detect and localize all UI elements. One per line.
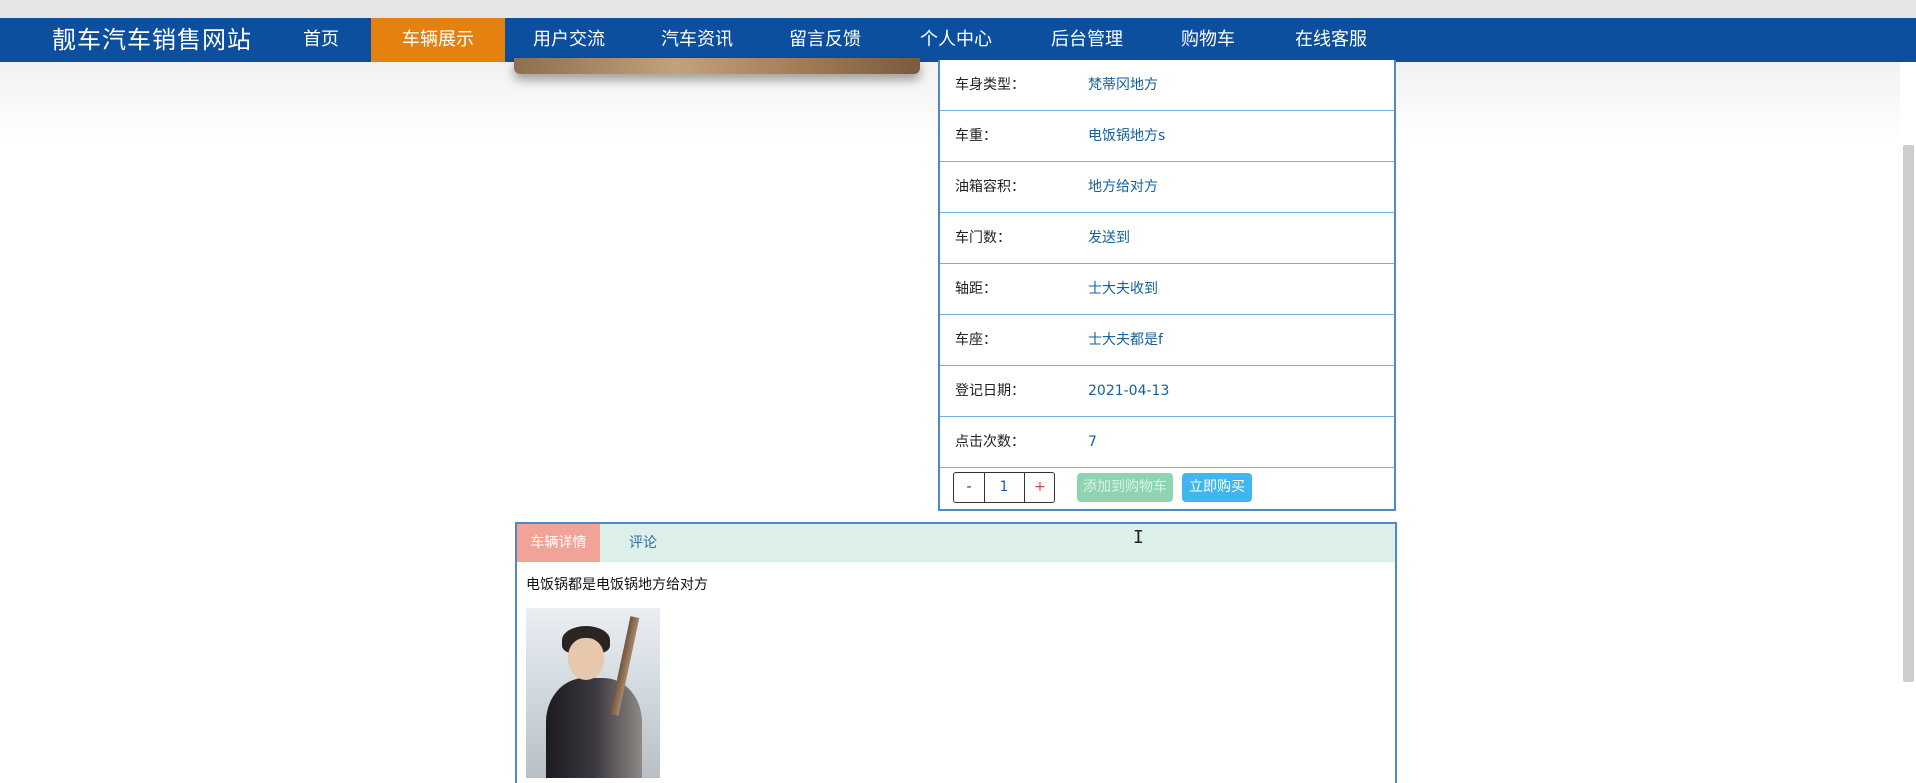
browser-top-strip [0, 0, 1916, 18]
info-label: 车重： [955, 128, 997, 144]
nav-item-feedback[interactable]: 留言反馈 [769, 18, 881, 62]
info-label: 点击次数： [955, 434, 1025, 450]
site-brand[interactable]: 靓车汽车销售网站 [52, 18, 252, 62]
nav-item-cart[interactable]: 购物车 [1160, 18, 1256, 62]
quantity-decrease-button[interactable]: - [954, 473, 985, 502]
nav-item-car-news[interactable]: 汽车资讯 [641, 18, 753, 62]
quantity-stepper: - 1 + [953, 472, 1055, 503]
info-value: 士大夫收到 [1088, 281, 1158, 297]
info-value: 士大夫都是f [1088, 332, 1163, 348]
info-value: 梵蒂冈地方 [1088, 77, 1158, 93]
info-label: 登记日期： [955, 383, 1025, 399]
info-label: 车座： [955, 332, 997, 348]
info-value: 2021-04-13 [1088, 383, 1170, 399]
tab-comments[interactable]: 评论 [613, 524, 673, 562]
info-value: 发送到 [1088, 230, 1130, 246]
info-row-tank-capacity: 油箱容积： 地方给对方 [940, 162, 1394, 213]
nav-item-online-service[interactable]: 在线客服 [1270, 18, 1392, 62]
text-cursor-icon: I [1133, 527, 1144, 548]
info-value: 电饭锅地方s [1088, 128, 1166, 144]
info-label: 油箱容积： [955, 179, 1025, 195]
detail-description: 电饭锅都是电饭锅地方给对方 [526, 577, 708, 593]
info-row-weight: 车重： 电饭锅地方s [940, 111, 1394, 162]
info-label: 轴距： [955, 281, 997, 297]
nav-item-home[interactable]: 首页 [280, 18, 362, 62]
info-row-doors: 车门数： 发送到 [940, 213, 1394, 264]
figure-body-shape [546, 678, 642, 778]
buy-now-button[interactable]: 立即购买 [1182, 473, 1252, 502]
vehicle-main-image [514, 58, 920, 74]
info-row-click-count: 点击次数： 7 [940, 417, 1394, 468]
detail-image [526, 608, 660, 778]
info-value: 7 [1088, 434, 1097, 450]
scrollbar-thumb[interactable] [1903, 145, 1914, 682]
info-row-register-date: 登记日期： 2021-04-13 [940, 366, 1394, 417]
figure-head-shape [568, 638, 604, 680]
page: 靓车汽车销售网站 首页 车辆展示 用户交流 汽车资讯 留言反馈 个人中心 后台管… [0, 0, 1916, 783]
nav-item-user-exchange[interactable]: 用户交流 [513, 18, 625, 62]
info-row-seats: 车座： 士大夫都是f [940, 315, 1394, 366]
tab-vehicle-details[interactable]: 车辆详情 [517, 524, 600, 562]
quantity-input[interactable]: 1 [984, 473, 1024, 502]
nav-item-vehicles[interactable]: 车辆展示 [371, 18, 505, 62]
info-row-body-type: 车身类型： 梵蒂冈地方 [940, 60, 1394, 111]
info-row-wheelbase: 轴距： 士大夫收到 [940, 264, 1394, 315]
info-label: 车门数： [955, 230, 1011, 246]
nav-item-admin[interactable]: 后台管理 [1029, 18, 1145, 62]
info-label: 车身类型： [955, 77, 1025, 93]
nav-item-personal-center[interactable]: 个人中心 [897, 18, 1015, 62]
info-value: 地方给对方 [1088, 179, 1158, 195]
vehicle-detail-panel: 车辆详情 评论 电饭锅都是电饭锅地方给对方 [515, 522, 1397, 783]
quantity-increase-button[interactable]: + [1024, 473, 1055, 502]
add-to-cart-button[interactable]: 添加到购物车 [1077, 473, 1173, 502]
vehicle-info-panel: 车身类型： 梵蒂冈地方 车重： 电饭锅地方s 油箱容积： 地方给对方 车门数： … [938, 60, 1396, 511]
detail-tab-bar: 车辆详情 评论 [517, 524, 1395, 562]
